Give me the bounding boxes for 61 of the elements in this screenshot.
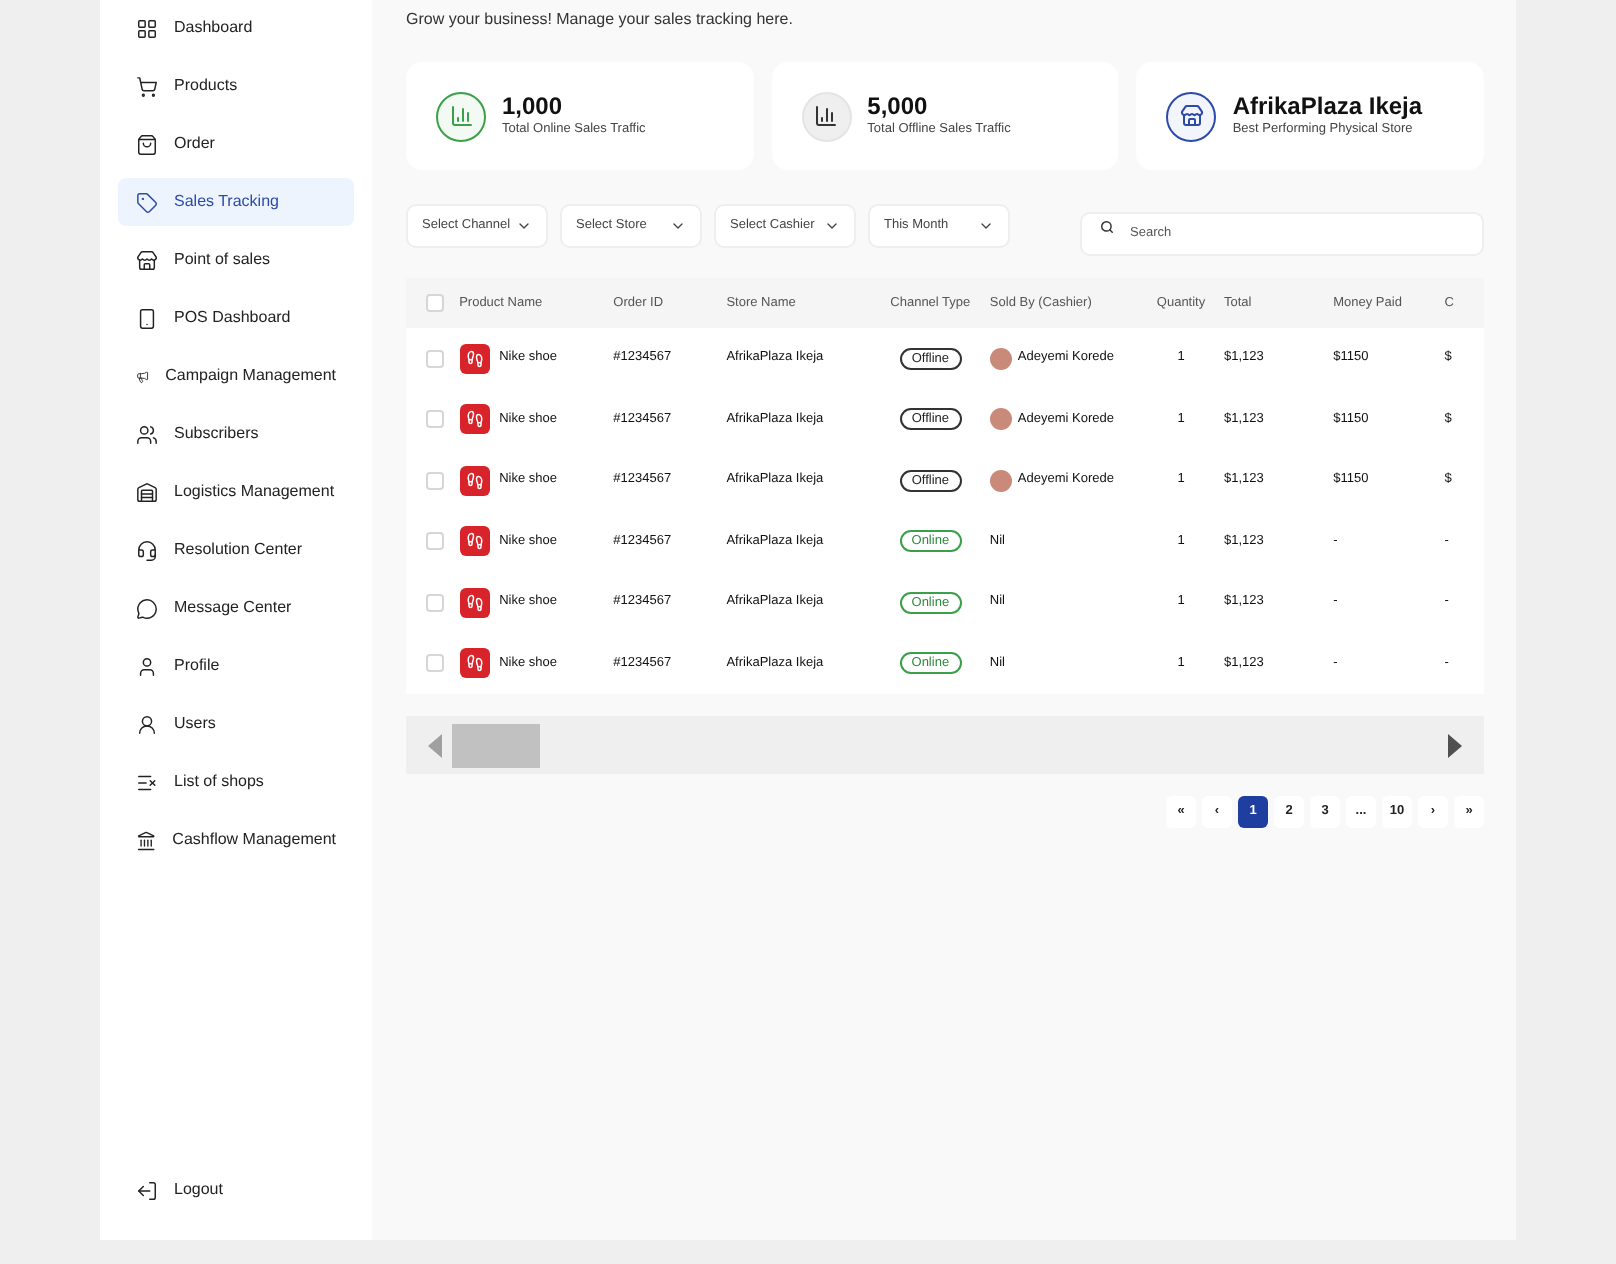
bag-icon xyxy=(136,133,158,155)
checkbox[interactable] xyxy=(426,410,444,429)
chevron-down-icon xyxy=(516,218,532,234)
sidebar-item[interactable]: Subscribers xyxy=(118,410,354,458)
shoe-thumbnail xyxy=(459,343,490,374)
sidebar-item[interactable]: Message Center xyxy=(118,584,354,632)
sidebar-item[interactable]: Logistics Management xyxy=(118,468,354,516)
shoe-thumbnail xyxy=(459,526,490,557)
right-arrow-icon xyxy=(1448,733,1462,757)
stat-value: AfrikaPlaza Ikeja xyxy=(1232,92,1423,121)
shoe-thumbnail xyxy=(459,404,490,435)
phone-icon xyxy=(136,307,158,329)
scrollbar-thumb[interactable] xyxy=(452,723,540,767)
checkbox[interactable] xyxy=(426,294,444,312)
sidebar-item[interactable]: Dashboard xyxy=(118,4,354,52)
checkbox[interactable] xyxy=(426,593,444,612)
chevron-down-icon xyxy=(824,218,840,234)
bar-chart-icon xyxy=(801,91,852,141)
sidebar-item[interactable]: Profile xyxy=(118,642,354,690)
store-icon xyxy=(1166,91,1217,141)
sidebar-item[interactable]: Users xyxy=(118,700,354,748)
horizontal-scrollbar[interactable] xyxy=(406,716,1484,774)
cart-icon xyxy=(136,75,158,97)
sidebar-item[interactable]: Order xyxy=(118,120,354,168)
page-subtitle: Grow your business! Manage your sales tracking here. xyxy=(406,8,795,32)
chevron-down-icon xyxy=(978,218,994,234)
checkbox[interactable] xyxy=(426,349,444,368)
sidebar-item[interactable]: POS Dashboard xyxy=(118,294,354,342)
user-icon xyxy=(136,713,158,735)
logout-icon xyxy=(136,1179,158,1201)
shoe-thumbnail xyxy=(459,587,490,618)
stat-value: 1,000 xyxy=(502,92,565,121)
sidebar-item[interactable]: Products xyxy=(118,62,354,110)
shoe-thumbnail xyxy=(459,648,490,679)
warehouse-icon xyxy=(136,481,158,503)
sidebar-item[interactable]: Sales Tracking xyxy=(118,178,354,226)
bar-chart-icon xyxy=(436,91,486,141)
sidebar-item[interactable]: Resolution Center xyxy=(118,526,354,574)
logout-item[interactable]: Logout xyxy=(118,1168,354,1212)
checkbox[interactable] xyxy=(426,471,444,490)
left-arrow-icon xyxy=(428,733,442,757)
stat-value: 5,000 xyxy=(867,92,930,121)
sidebar-item[interactable]: Cashflow Management xyxy=(118,816,354,864)
megaphone-icon xyxy=(136,365,150,387)
bank-icon xyxy=(136,829,157,851)
store-icon xyxy=(136,249,158,271)
grid-icon xyxy=(136,17,158,39)
users-icon xyxy=(136,423,158,445)
checkbox[interactable] xyxy=(426,532,444,551)
search-icon xyxy=(1100,219,1114,233)
user-icon xyxy=(136,655,158,677)
list-icon xyxy=(136,771,158,793)
shoe-thumbnail xyxy=(459,465,490,496)
chat-icon xyxy=(136,597,158,619)
sidebar-item[interactable]: Point of sales xyxy=(118,236,354,284)
sidebar-item[interactable]: List of shops xyxy=(118,758,354,806)
chevron-down-icon xyxy=(670,218,686,234)
tag-icon xyxy=(136,191,158,213)
sidebar-item[interactable]: Campaign Management xyxy=(118,352,354,400)
checkbox[interactable] xyxy=(426,654,444,673)
headset-icon xyxy=(136,539,158,561)
